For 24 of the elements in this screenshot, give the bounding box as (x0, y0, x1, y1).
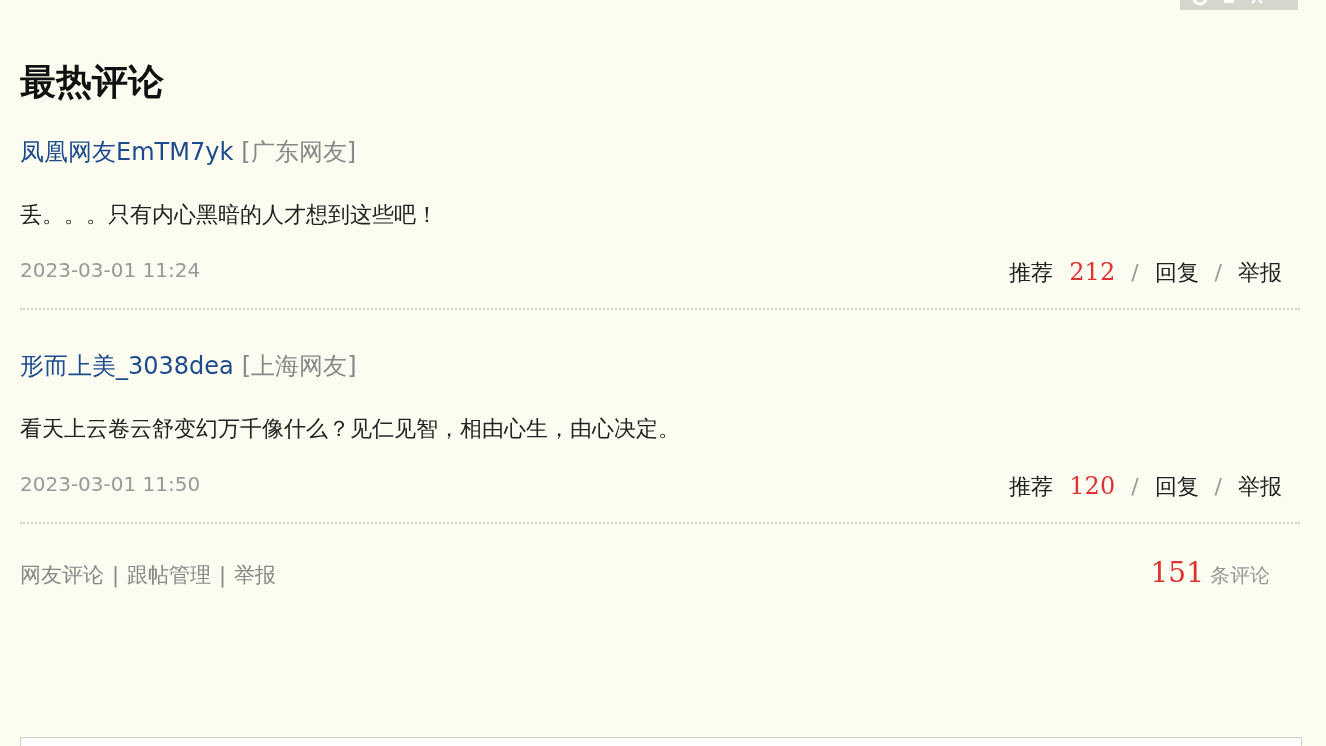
recommend-button[interactable]: 推荐 120 (1009, 472, 1116, 503)
reply-link[interactable]: 回复 (1154, 472, 1199, 503)
username-link[interactable]: 凤凰网友EmTM7yk (20, 135, 234, 168)
reply-link[interactable]: 回复 (1154, 258, 1199, 288)
comment-text: 丢。。。只有内心黑暗的人才想到这些吧！ (20, 201, 439, 228)
comment-count: 151 (1150, 556, 1204, 590)
comment-count-label: 条评论 (1210, 562, 1270, 590)
separator: | (219, 563, 227, 588)
timestamp: 2023-03-01 11:24 (20, 258, 201, 282)
separator: / (1214, 260, 1222, 285)
separator: | (112, 563, 120, 588)
username-link[interactable]: 形而上美_3038dea (20, 350, 234, 382)
footer-link[interactable]: 网友评论 (20, 561, 104, 590)
location-text: [广东网友] (241, 136, 356, 168)
recommend-button[interactable]: 推荐 212 (1009, 258, 1116, 288)
section-title: 最热评论 (20, 62, 165, 102)
comment-text: 看天上云卷云舒变幻万千像什么？见仁见智，相由心生，由心决定。 (20, 416, 681, 443)
timestamp: 2023-03-01 11:50 (20, 472, 201, 497)
report-link[interactable]: 举报 (1238, 472, 1282, 503)
location-text: [上海网友] (241, 351, 357, 382)
separator: / (1214, 474, 1222, 500)
report-link[interactable]: 举报 (1238, 258, 1282, 288)
separator: / (1131, 474, 1139, 500)
separator: / (1131, 260, 1139, 285)
